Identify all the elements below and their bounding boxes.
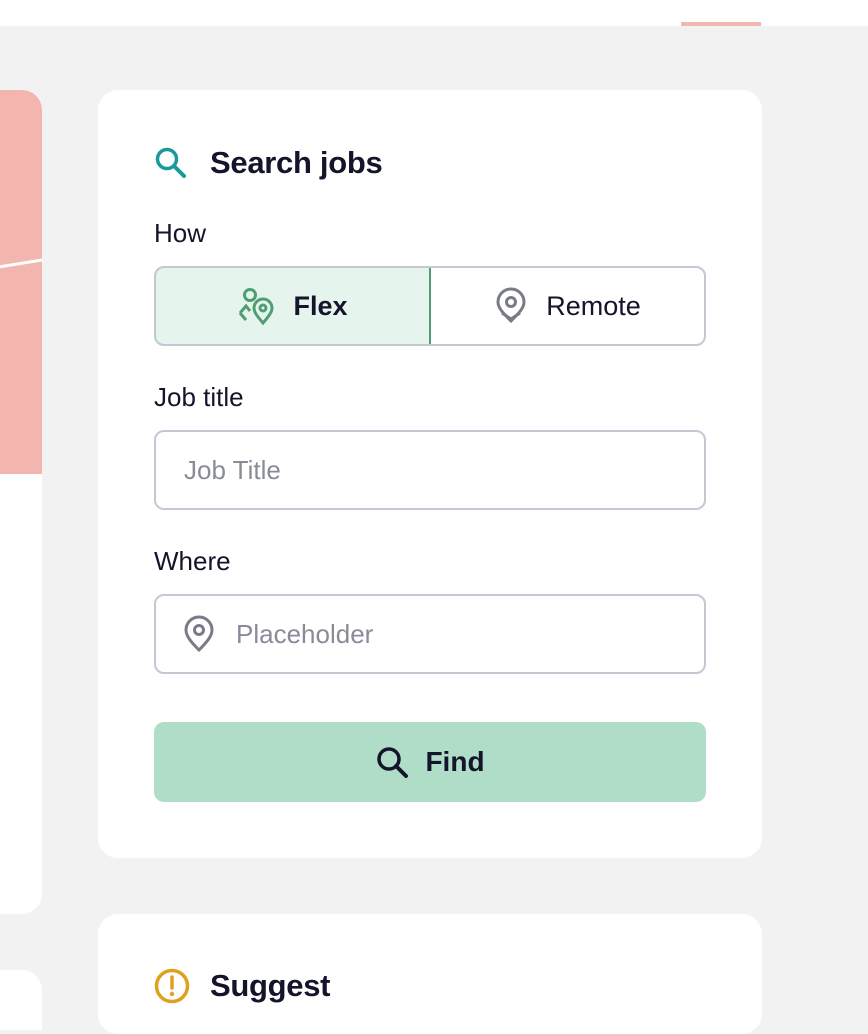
left-content-card — [0, 90, 42, 914]
warning-icon — [154, 968, 190, 1004]
find-button[interactable]: Find — [154, 722, 706, 802]
remote-location-icon — [494, 287, 528, 325]
job-title-label: Job title — [154, 382, 244, 412]
search-jobs-card: Search jobs How Flex Remote Job title Jo… — [98, 90, 762, 858]
suggest-card-title: Suggest — [154, 966, 331, 1006]
search-icon — [375, 745, 409, 779]
search-card-title: Search jobs — [154, 143, 383, 183]
job-title-field[interactable] — [154, 430, 706, 510]
active-nav-indicator — [681, 22, 761, 26]
suggest-card-title-text: Suggest — [210, 968, 331, 1003]
left-content-card-secondary — [0, 970, 42, 1030]
find-button-label: Find — [425, 746, 485, 777]
how-option-flex-label: Flex — [293, 290, 348, 321]
where-label: Where — [154, 546, 231, 576]
hero-image — [0, 90, 42, 474]
where-input[interactable] — [234, 617, 704, 651]
how-toggle: Flex Remote — [154, 266, 706, 346]
how-label: How — [154, 218, 207, 248]
where-field[interactable] — [154, 594, 706, 674]
how-option-remote[interactable]: Remote — [431, 268, 704, 344]
location-pin-icon — [182, 615, 216, 653]
search-icon — [154, 145, 190, 181]
how-option-remote-label: Remote — [546, 290, 641, 321]
search-card-title-text: Search jobs — [210, 145, 383, 180]
job-title-input[interactable] — [182, 453, 704, 487]
top-bar — [0, 0, 868, 26]
how-option-flex[interactable]: Flex — [156, 268, 431, 344]
flex-location-icon — [237, 287, 275, 325]
suggest-card: Suggest — [98, 914, 762, 1034]
